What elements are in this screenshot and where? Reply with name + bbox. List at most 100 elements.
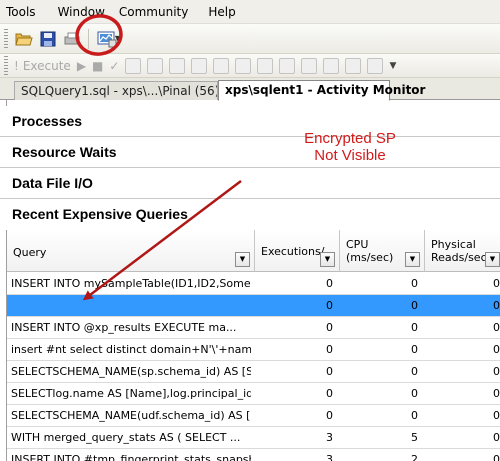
cpu-cell: 5	[411, 431, 418, 444]
column-header-label: Physical	[431, 238, 476, 251]
uncomment-icon[interactable]	[301, 57, 318, 74]
table-row[interactable]: INSERT INTO #tmp_fingerprint_stats_snaps…	[7, 449, 500, 461]
executions-cell: 0	[326, 299, 333, 312]
column-header-physical-reads[interactable]: Physical Reads/sec ▼	[425, 230, 500, 272]
column-header-cpu[interactable]: CPU (ms/sec) ▼	[340, 230, 425, 272]
print-button[interactable]	[62, 29, 82, 49]
cpu-cell: 2	[411, 453, 418, 461]
execute-button[interactable]: Execute	[23, 59, 71, 73]
menu-help[interactable]: Help	[202, 0, 241, 24]
query-cell: WITH merged_query_stats AS ( SELECT ...	[11, 431, 241, 444]
toolbar-grip[interactable]	[4, 28, 8, 49]
query-cell	[11, 295, 251, 317]
outdent-icon[interactable]	[323, 57, 340, 74]
section-title: Resource Waits	[12, 144, 117, 160]
client-stats-icon[interactable]	[257, 57, 274, 74]
debug-play-icon[interactable]: ▶	[77, 59, 86, 73]
results-to-text-icon[interactable]	[147, 57, 164, 74]
executions-cell: 0	[326, 277, 333, 290]
toolbar-separator	[88, 28, 89, 49]
open-folder-button[interactable]	[14, 29, 34, 49]
column-header-label: CPU	[346, 238, 369, 251]
save-button[interactable]	[38, 29, 58, 49]
save-icon	[40, 31, 56, 46]
stop-icon[interactable]: ■	[92, 59, 103, 73]
section-data-file-io[interactable]: Data File I/O	[0, 168, 500, 199]
chevron-down-icon[interactable]: ▼	[235, 252, 250, 267]
menu-tools[interactable]: Tools	[0, 0, 42, 24]
table-row[interactable]: INSERT INTO mySampleTable(ID1,ID2,Some..…	[7, 273, 500, 295]
executions-cell: 0	[326, 321, 333, 334]
expensive-queries-grid[interactable]: Query ▼ Executions/ ▼ CPU (ms/sec) ▼ Phy…	[7, 230, 500, 461]
cpu-cell: 0	[411, 299, 418, 312]
parse-check-icon[interactable]: ✓	[109, 59, 119, 73]
section-recent-expensive-queries[interactable]: Recent Expensive Queries	[0, 199, 500, 230]
toolbar-overflow-icon[interactable]: ▼	[389, 61, 396, 71]
annotation-text: Encrypted SP Not Visible	[265, 130, 435, 164]
physical-reads-cell: 0	[493, 321, 500, 334]
section-title: Recent Expensive Queries	[12, 206, 188, 222]
column-header-query[interactable]: Query ▼	[7, 230, 255, 272]
open-folder-icon	[15, 33, 33, 45]
chevron-down-icon[interactable]: ▼	[485, 252, 500, 267]
table-row[interactable]: WITH merged_query_stats AS ( SELECT ... 3…	[7, 427, 500, 449]
column-header-sublabel: Reads/sec	[431, 251, 487, 264]
executions-cell: 0	[326, 387, 333, 400]
column-header-label: Executions/	[261, 245, 325, 258]
executions-cell: 0	[326, 409, 333, 422]
activity-monitor-icon	[97, 31, 117, 47]
chevron-down-icon[interactable]: ▼	[115, 34, 121, 43]
column-header-sublabel: (ms/sec)	[346, 251, 394, 264]
table-row[interactable]: INSERT INTO @xp_results EXECUTE ma... 0 0 0	[7, 317, 500, 339]
table-row[interactable]: SELECTlog.name AS [Name],log.principal_i…	[7, 383, 500, 405]
query-cell: INSERT INTO @xp_results EXECUTE ma...	[11, 321, 237, 334]
cpu-cell: 0	[411, 387, 418, 400]
physical-reads-cell: 0	[493, 299, 500, 312]
physical-reads-cell: 0	[493, 431, 500, 444]
execute-icon: !	[14, 58, 19, 73]
annotation-line: Not Visible	[314, 147, 386, 164]
menu-bar: Tools Window Community Help	[0, 0, 500, 24]
activity-monitor-button[interactable]: ▼	[95, 29, 123, 49]
cpu-cell: 0	[411, 321, 418, 334]
comment-icon[interactable]	[279, 57, 296, 74]
annotation-line: Encrypted SP	[304, 130, 396, 147]
toolbar-grip[interactable]	[4, 55, 8, 76]
section-title: Data File I/O	[12, 175, 93, 191]
query-cell: insert #nt select distinct domain+N'\'+n…	[11, 343, 251, 356]
section-title: Processes	[12, 113, 83, 129]
physical-reads-cell: 0	[493, 277, 500, 290]
results-to-grid-icon[interactable]	[169, 57, 186, 74]
tab-activity-monitor[interactable]: xps\sqlent1 - Activity Monitor	[218, 80, 425, 101]
physical-reads-cell: 0	[493, 343, 500, 356]
physical-reads-cell: 0	[493, 365, 500, 378]
table-row[interactable]: SELECTSCHEMA_NAME(udf.schema_id) AS [...…	[7, 405, 500, 427]
physical-reads-cell: 0	[493, 453, 500, 461]
column-header-label: Query	[13, 246, 47, 259]
actual-plan-icon[interactable]	[235, 57, 252, 74]
print-icon	[64, 32, 80, 44]
table-row[interactable]: insert #nt select distinct domain+N'\'+n…	[7, 339, 500, 361]
results-to-file-icon[interactable]	[191, 57, 208, 74]
table-row[interactable]: SELECTSCHEMA_NAME(sp.schema_id) AS [S...…	[7, 361, 500, 383]
query-cell: SELECTSCHEMA_NAME(sp.schema_id) AS [S...	[11, 365, 251, 378]
cpu-cell: 0	[411, 343, 418, 356]
menu-community[interactable]: Community	[113, 0, 194, 24]
column-header-executions[interactable]: Executions/ ▼	[255, 230, 340, 272]
standard-toolbar: ▼	[0, 24, 500, 54]
tab-sqlquery1[interactable]: SQLQuery1.sql - xps\...\Pinal (56))*	[14, 81, 218, 100]
physical-reads-cell: 0	[493, 387, 500, 400]
query-options-icon[interactable]	[125, 57, 142, 74]
table-row[interactable]: 0 0 0	[7, 295, 500, 317]
chevron-down-icon[interactable]: ▼	[405, 252, 420, 267]
query-cell: SELECTlog.name AS [Name],log.principal_i…	[11, 387, 251, 400]
indent-icon[interactable]	[345, 57, 362, 74]
estimated-plan-icon[interactable]	[213, 57, 230, 74]
query-cell: SELECTSCHEMA_NAME(udf.schema_id) AS [...	[11, 409, 251, 422]
specify-values-icon[interactable]	[367, 57, 384, 74]
executions-cell: 3	[326, 453, 333, 461]
document-tabs: SQLQuery1.sql - xps\...\Pinal (56))* xps…	[0, 78, 500, 101]
chevron-down-icon[interactable]: ▼	[320, 252, 335, 267]
menu-window[interactable]: Window	[52, 0, 111, 24]
physical-reads-cell: 0	[493, 409, 500, 422]
